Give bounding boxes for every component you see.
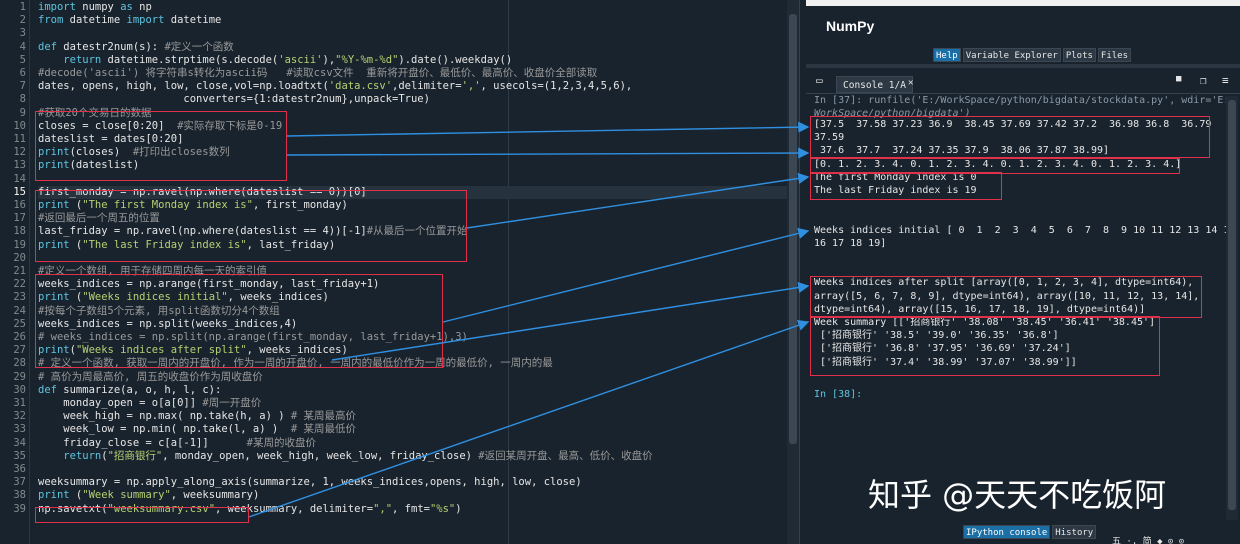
arrow-summary [248,319,810,518]
spyder-window: 1 2 3 4 5 6 7 8 9 10 11 12 13 14 15 16 17 18 19 20 21 22 23 24 2… [0,0,1240,544]
arrow-closes [286,121,810,137]
arrow-split [331,281,810,361]
arrow-monday [466,172,810,229]
arrow-dateslist [286,147,810,159]
arrow-initial [442,227,810,323]
annotation-arrows [248,121,810,518]
